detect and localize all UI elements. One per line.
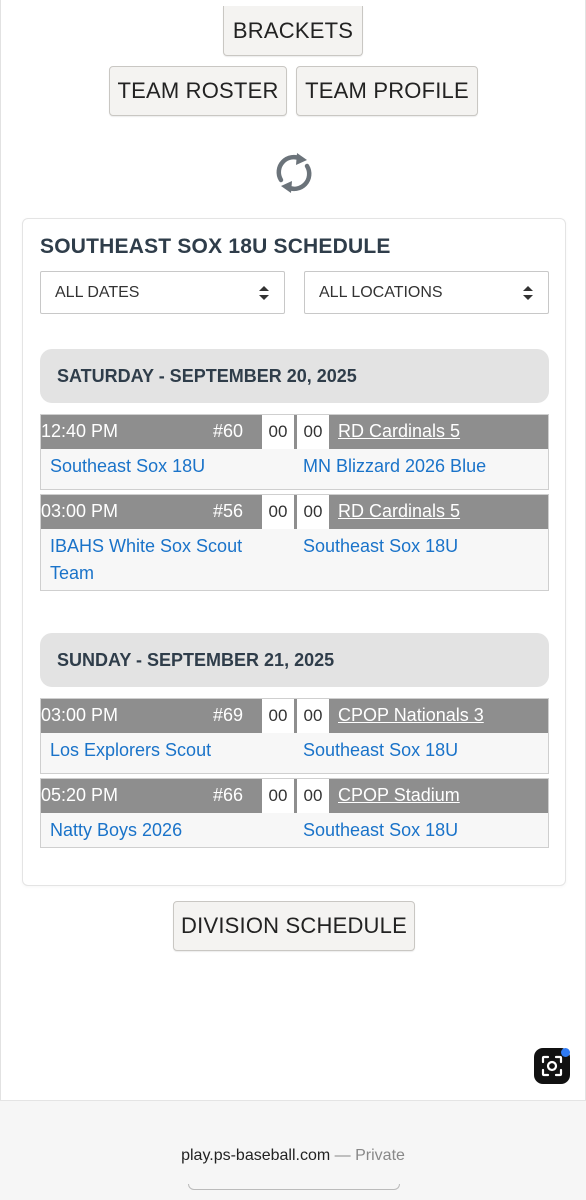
schedule-title: SOUTHEAST SOX 18U SCHEDULE: [40, 235, 391, 258]
team-profile-button[interactable]: TEAM PROFILE: [296, 66, 478, 116]
score-home: 00: [261, 415, 294, 449]
game-time: 12:40 PM: [41, 421, 119, 441]
score-home: 00: [261, 779, 294, 813]
game-header: 12:40 PM #60 00 00 RD Cardinals 5: [41, 415, 548, 449]
division-schedule-button[interactable]: DIVISION SCHEDULE: [173, 901, 415, 951]
game-teams: Southeast Sox 18U MN Blizzard 2026 Blue: [41, 449, 548, 484]
game-number: #66: [213, 785, 244, 805]
day-header: SATURDAY - SEPTEMBER 20, 2025: [40, 349, 549, 403]
dates-select[interactable]: ALL DATES: [40, 271, 285, 314]
url-separator: —: [334, 1147, 351, 1164]
locations-select-value: ALL LOCATIONS: [319, 283, 443, 301]
team-a-link[interactable]: Southeast Sox 18U: [50, 453, 280, 480]
score-away: 00: [296, 779, 329, 813]
game-time: 03:00 PM: [41, 501, 119, 521]
game-row: 05:20 PM #66 00 00 CPOP Stadium Natty Bo…: [40, 778, 549, 848]
game-number: #56: [213, 501, 244, 521]
browser-bottom-bar: play.ps-baseball.com — Private: [0, 1100, 586, 1200]
game-teams: Los Explorers Scout Southeast Sox 18U: [41, 733, 548, 768]
game-header: 03:00 PM #56 00 00 RD Cardinals 5: [41, 495, 548, 529]
game-location-link[interactable]: CPOP Nationals 3: [338, 705, 484, 726]
team-roster-button[interactable]: TEAM ROSTER: [109, 66, 287, 116]
dates-select-value: ALL DATES: [55, 283, 140, 301]
refresh-icon[interactable]: [271, 150, 317, 196]
schedule-card: SOUTHEAST SOX 18U SCHEDULE ALL DATES ALL…: [22, 218, 566, 886]
team-b-link[interactable]: Southeast Sox 18U: [303, 817, 543, 844]
game-number: #60: [213, 421, 244, 441]
game-location-link[interactable]: RD Cardinals 5: [338, 421, 460, 442]
page: BRACKETS TEAM ROSTER TEAM PROFILE SOUTHE…: [0, 0, 586, 1100]
score-home: 00: [261, 699, 294, 733]
game-time: 05:20 PM: [41, 785, 119, 805]
score-away: 00: [296, 495, 329, 529]
score-home: 00: [261, 495, 294, 529]
team-a-link[interactable]: Natty Boys 2026: [50, 817, 280, 844]
team-a-link[interactable]: Los Explorers Scout: [50, 737, 280, 764]
game-number: #69: [213, 705, 244, 725]
team-b-link[interactable]: MN Blizzard 2026 Blue: [303, 453, 543, 480]
game-row: 12:40 PM #60 00 00 RD Cardinals 5 Southe…: [40, 414, 549, 490]
notification-dot: [561, 1048, 570, 1057]
updown-arrows-icon: [523, 286, 533, 300]
private-label: Private: [355, 1147, 405, 1164]
score-away: 00: [296, 699, 329, 733]
team-b-link[interactable]: Southeast Sox 18U: [303, 533, 543, 560]
game-time: 03:00 PM: [41, 705, 119, 725]
game-header: 03:00 PM #69 00 00 CPOP Nationals 3: [41, 699, 548, 733]
day-header: SUNDAY - SEPTEMBER 21, 2025: [40, 633, 549, 687]
game-teams: IBAHS White Sox Scout Team Southeast Sox…: [41, 529, 548, 583]
game-location-link[interactable]: CPOP Stadium: [338, 785, 460, 806]
game-location-link[interactable]: RD Cardinals 5: [338, 501, 460, 522]
url-text: play.ps-baseball.com: [181, 1147, 331, 1164]
team-b-link[interactable]: Southeast Sox 18U: [303, 737, 543, 764]
game-teams: Natty Boys 2026 Southeast Sox 18U: [41, 813, 548, 848]
brackets-button[interactable]: BRACKETS: [223, 6, 363, 56]
team-a-link[interactable]: IBAHS White Sox Scout Team: [50, 533, 280, 587]
game-header: 05:20 PM #66 00 00 CPOP Stadium: [41, 779, 548, 813]
score-away: 00: [296, 415, 329, 449]
address-bar-frame: [188, 1184, 400, 1190]
address-bar[interactable]: play.ps-baseball.com — Private: [0, 1147, 586, 1165]
locations-select[interactable]: ALL LOCATIONS: [304, 271, 549, 314]
game-row: 03:00 PM #56 00 00 RD Cardinals 5 IBAHS …: [40, 494, 549, 591]
updown-arrows-icon: [259, 286, 269, 300]
game-row: 03:00 PM #69 00 00 CPOP Nationals 3 Los …: [40, 698, 549, 774]
